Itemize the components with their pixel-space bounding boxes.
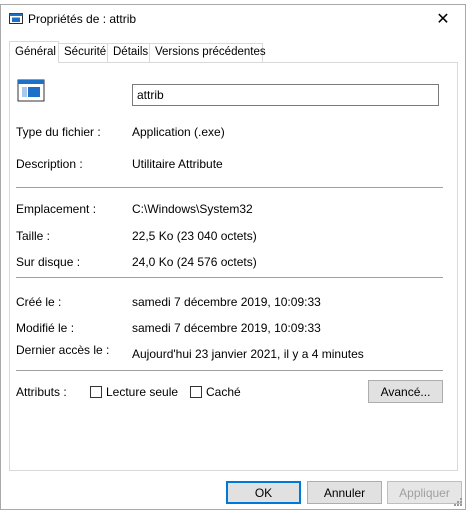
file-name-input[interactable]: [132, 84, 439, 106]
size-on-disk-value: 24,0 Ko (24 576 octets): [132, 255, 257, 269]
close-button[interactable]: ✕: [421, 5, 465, 33]
hidden-checkbox[interactable]: [190, 386, 202, 398]
read-only-label[interactable]: Lecture seule: [106, 385, 178, 399]
close-icon: ✕: [436, 11, 450, 28]
read-only-checkbox[interactable]: [90, 386, 102, 398]
window-title: Propriétés de : attrib: [28, 12, 137, 26]
separator-3: [16, 370, 443, 371]
created-value: samedi 7 décembre 2019, 10:09:33: [132, 295, 321, 309]
file-type-value: Application (.exe): [132, 125, 225, 139]
resize-grip-icon[interactable]: [453, 497, 463, 507]
location-label: Emplacement :: [16, 202, 97, 216]
general-panel: Type du fichier : Application (.exe) Des…: [9, 62, 458, 471]
apply-button[interactable]: Appliquer: [387, 481, 462, 504]
description-label: Description :: [16, 157, 83, 171]
accessed-label: Dernier accès le :: [16, 343, 110, 357]
modified-value: samedi 7 décembre 2019, 10:09:33: [132, 321, 321, 335]
separator-1: [16, 187, 443, 188]
application-icon: [17, 79, 45, 102]
size-label: Taille :: [16, 229, 51, 243]
cancel-button[interactable]: Annuler: [307, 481, 382, 504]
title-bar[interactable]: Propriétés de : attrib ✕: [1, 5, 465, 33]
attributes-label: Attributs :: [16, 385, 67, 399]
tab-security[interactable]: Sécurité: [58, 43, 108, 62]
accessed-value: Aujourd'hui 23 janvier 2021, il y a 4 mi…: [132, 347, 364, 361]
ok-button[interactable]: OK: [226, 481, 301, 504]
separator-2: [16, 277, 443, 278]
location-value: C:\Windows\System32: [132, 202, 253, 216]
file-type-label: Type du fichier :: [16, 125, 101, 139]
description-value: Utilitaire Attribute: [132, 157, 223, 171]
advanced-button[interactable]: Avancé...: [368, 380, 443, 403]
properties-dialog: Propriétés de : attrib ✕ Général Sécurit…: [0, 4, 466, 510]
hidden-label[interactable]: Caché: [206, 385, 241, 399]
created-label: Créé le :: [16, 295, 62, 309]
size-value: 22,5 Ko (23 040 octets): [132, 229, 257, 243]
size-on-disk-label: Sur disque :: [16, 255, 81, 269]
window-app-icon: [9, 13, 23, 24]
modified-label: Modifié le :: [16, 321, 75, 335]
tab-general[interactable]: Général: [9, 41, 59, 63]
tab-previous-versions[interactable]: Versions précédentes: [149, 43, 266, 62]
tab-details[interactable]: Détails: [107, 43, 150, 62]
